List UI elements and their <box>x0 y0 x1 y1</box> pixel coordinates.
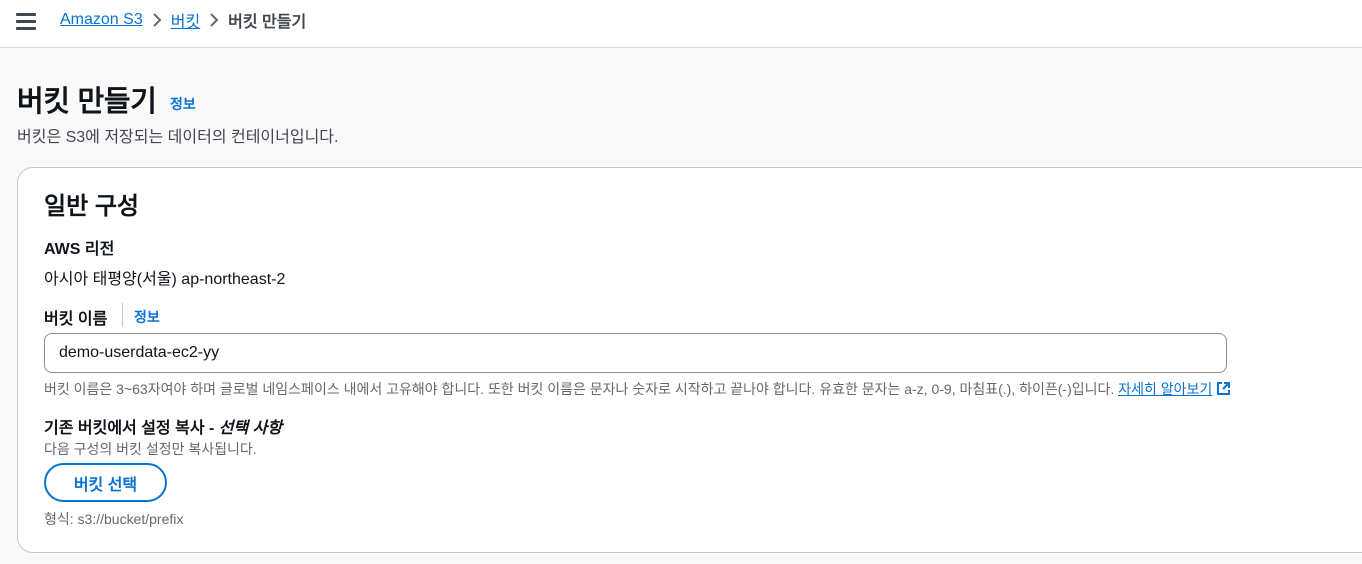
learn-more-label: 자세히 알아보기 <box>1118 381 1213 397</box>
chevron-right-icon <box>143 13 171 27</box>
breadcrumb-current: 버킷 만들기 <box>228 14 307 31</box>
page-info-link[interactable]: 정보 <box>170 94 196 114</box>
external-link-icon[interactable] <box>1216 381 1231 399</box>
learn-more-link[interactable]: 자세히 알아보기 <box>1118 381 1212 397</box>
panel-title: 일반 구성 <box>44 193 139 220</box>
copy-settings-label-optional: 선택 사항 <box>218 420 283 437</box>
breadcrumb-link-buckets[interactable]: 버킷 <box>171 8 200 32</box>
page-description: 버킷은 S3에 저장되는 데이터의 컨테이너입니다. <box>17 129 339 146</box>
region-value: 아시아 태평양(서울) ap-northeast-2 <box>44 271 286 288</box>
page-title: 버킷 만들기 <box>17 86 157 118</box>
main-content: 버킷 만들기 정보 버킷은 S3에 저장되는 데이터의 컨테이너입니다. 일반 … <box>0 48 1362 564</box>
bucket-name-info-link[interactable]: 정보 <box>134 307 160 327</box>
bucket-name-hint-text: 버킷 이름은 3~63자여야 하며 글로벌 네임스페이스 내에서 고유해야 합니… <box>44 381 1115 397</box>
top-navigation-bar: Amazon S3 버킷 버킷 만들기 <box>0 0 1362 48</box>
copy-settings-label: 기존 버킷에서 설정 복사 - 선택 사항 <box>44 414 282 438</box>
choose-bucket-button[interactable]: 버킷 선택 <box>44 463 167 502</box>
chevron-right-icon <box>200 13 228 27</box>
breadcrumb: Amazon S3 버킷 버킷 만들기 <box>60 9 306 31</box>
general-configuration-panel: 일반 구성 AWS 리전 아시아 태평양(서울) ap-northeast-2 … <box>17 167 1362 553</box>
region-label: AWS 리전 <box>44 241 115 258</box>
breadcrumb-link-amazon-s3[interactable]: Amazon S3 <box>60 11 143 29</box>
bucket-name-constraint: 버킷 이름은 3~63자여야 하며 글로벌 네임스페이스 내에서 고유해야 합니… <box>44 379 1231 399</box>
bucket-name-input[interactable] <box>44 333 1227 373</box>
bucket-name-label: 버킷 이름 <box>44 311 108 328</box>
copy-settings-label-main: 기존 버킷에서 설정 복사 - <box>44 420 219 437</box>
copy-settings-description: 다음 구성의 버킷 설정만 복사됩니다. <box>44 441 257 457</box>
info-divider <box>122 303 123 327</box>
hamburger-menu-icon[interactable] <box>16 13 36 31</box>
format-hint: 형식: s3://bucket/prefix <box>44 511 184 527</box>
